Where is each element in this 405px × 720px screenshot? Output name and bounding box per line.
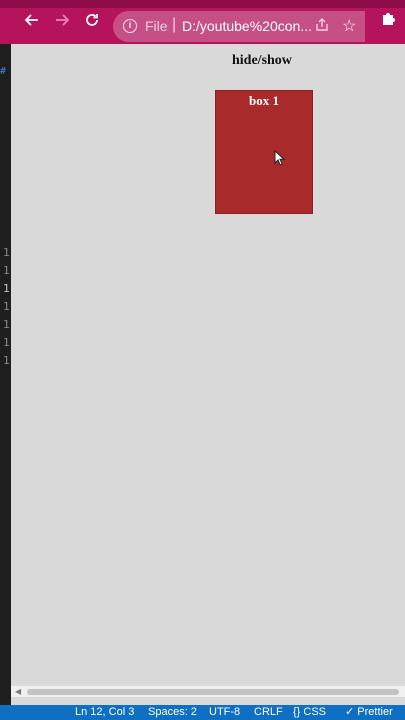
gutter-line-number: 1 bbox=[3, 246, 10, 259]
tab-strip bbox=[0, 0, 405, 8]
extensions-puzzle-icon[interactable] bbox=[380, 11, 396, 32]
page-viewport: hide/show box 1 bbox=[11, 44, 405, 685]
mouse-cursor-icon bbox=[274, 150, 286, 166]
line-ending[interactable]: CRLF bbox=[254, 706, 283, 719]
encoding[interactable]: UTF-8 bbox=[209, 706, 240, 719]
gutter-line-number: 1 bbox=[3, 300, 10, 313]
gutter-mark: # bbox=[0, 66, 7, 77]
reload-icon bbox=[86, 14, 98, 26]
forward-button[interactable] bbox=[52, 12, 72, 32]
indentation[interactable]: Spaces: 2 bbox=[148, 706, 197, 719]
page-heading: hide/show bbox=[232, 53, 292, 68]
language-mode[interactable]: {} CSS bbox=[293, 706, 326, 719]
cursor-position[interactable]: Ln 12, Col 3 bbox=[75, 706, 134, 719]
gutter-line-number: 1 bbox=[3, 354, 10, 367]
editor-gutter: # 1 1 1 1 1 1 1 bbox=[0, 0, 11, 705]
box-label: box 1 bbox=[249, 93, 279, 108]
arrow-right-icon bbox=[56, 14, 70, 26]
scroll-left-arrow-icon[interactable]: ◀ bbox=[15, 687, 21, 696]
bookmark-star-icon[interactable]: ☆ bbox=[342, 16, 356, 36]
gutter-line-number: 1 bbox=[3, 336, 10, 349]
arrow-left-icon bbox=[24, 14, 38, 26]
box-1[interactable]: box 1 bbox=[215, 90, 313, 214]
share-icon[interactable] bbox=[315, 18, 329, 35]
back-button[interactable] bbox=[22, 12, 42, 32]
scrollbar-thumb[interactable] bbox=[27, 689, 399, 695]
prettier-formatter[interactable]: ✓ Prettier bbox=[345, 706, 393, 719]
browser-window: i File | D:/youtube%20con... ☆ hide/show… bbox=[0, 0, 405, 705]
url-scheme: File bbox=[145, 18, 168, 34]
status-bar: Ln 12, Col 3 Spaces: 2 UTF-8 CRLF {} CSS… bbox=[0, 705, 405, 720]
info-icon[interactable]: i bbox=[123, 19, 137, 33]
browser-toolbar: i File | D:/youtube%20con... ☆ bbox=[0, 0, 405, 44]
gutter-line-number: 1 bbox=[3, 318, 10, 331]
url-separator: | bbox=[172, 16, 177, 33]
address-bar[interactable]: i File | D:/youtube%20con... ☆ bbox=[113, 11, 365, 42]
horizontal-scrollbar[interactable]: ◀ bbox=[11, 685, 405, 697]
url-text[interactable]: D:/youtube%20con... bbox=[182, 18, 317, 34]
reload-button[interactable] bbox=[82, 12, 102, 32]
gutter-line-number-active: 1 bbox=[3, 282, 10, 295]
gutter-line-number: 1 bbox=[3, 264, 10, 277]
